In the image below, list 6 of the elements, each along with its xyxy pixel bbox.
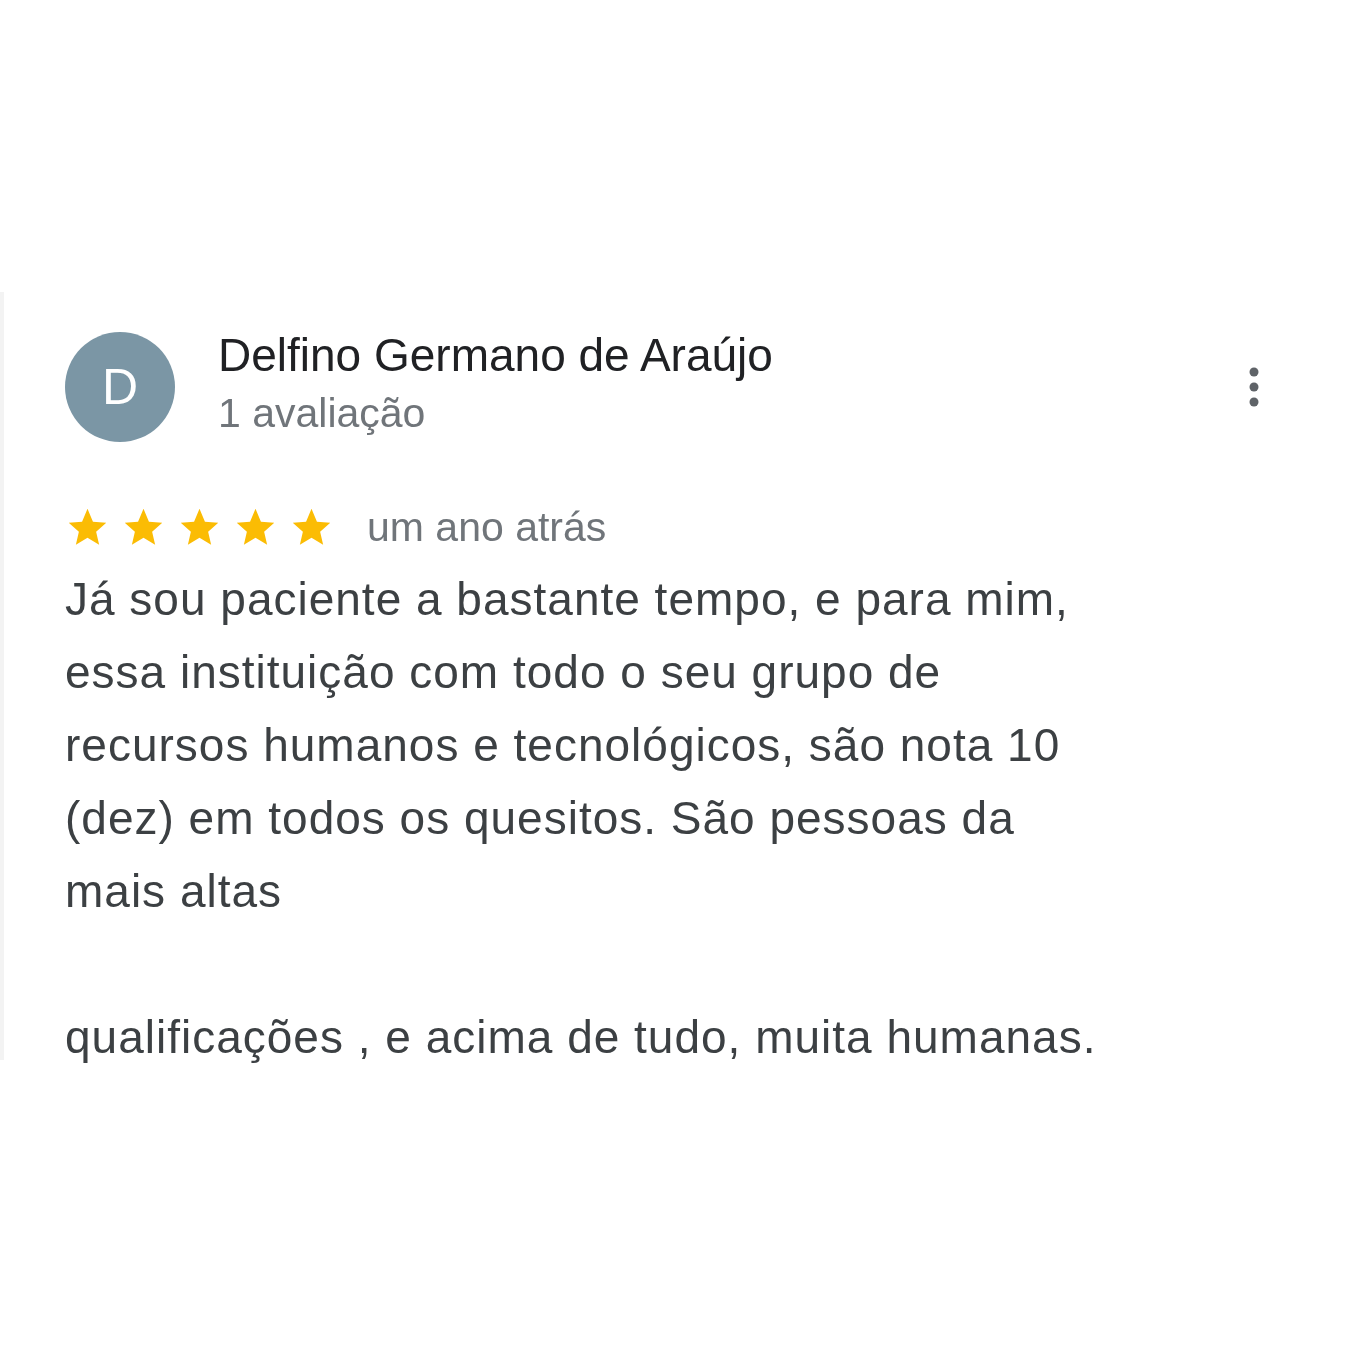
review-time: um ano atrás [367, 504, 607, 551]
review-count: 1 avaliação [218, 389, 427, 438]
author-name[interactable]: Delfino Germano de Araújo [218, 325, 1205, 385]
more-options-icon[interactable] [1248, 367, 1260, 407]
review-text: Já sou paciente a bastante tempo, e para mim, essa instituição com todo o seu grupo de recursos humanos e tecnológicos, são nota 10 (dez) em todos os quesitos. São pessoas da mais altas [65, 572, 1070, 919]
review-text: qualificações , e acima de tudo, muita humanas. [65, 1010, 1098, 1065]
